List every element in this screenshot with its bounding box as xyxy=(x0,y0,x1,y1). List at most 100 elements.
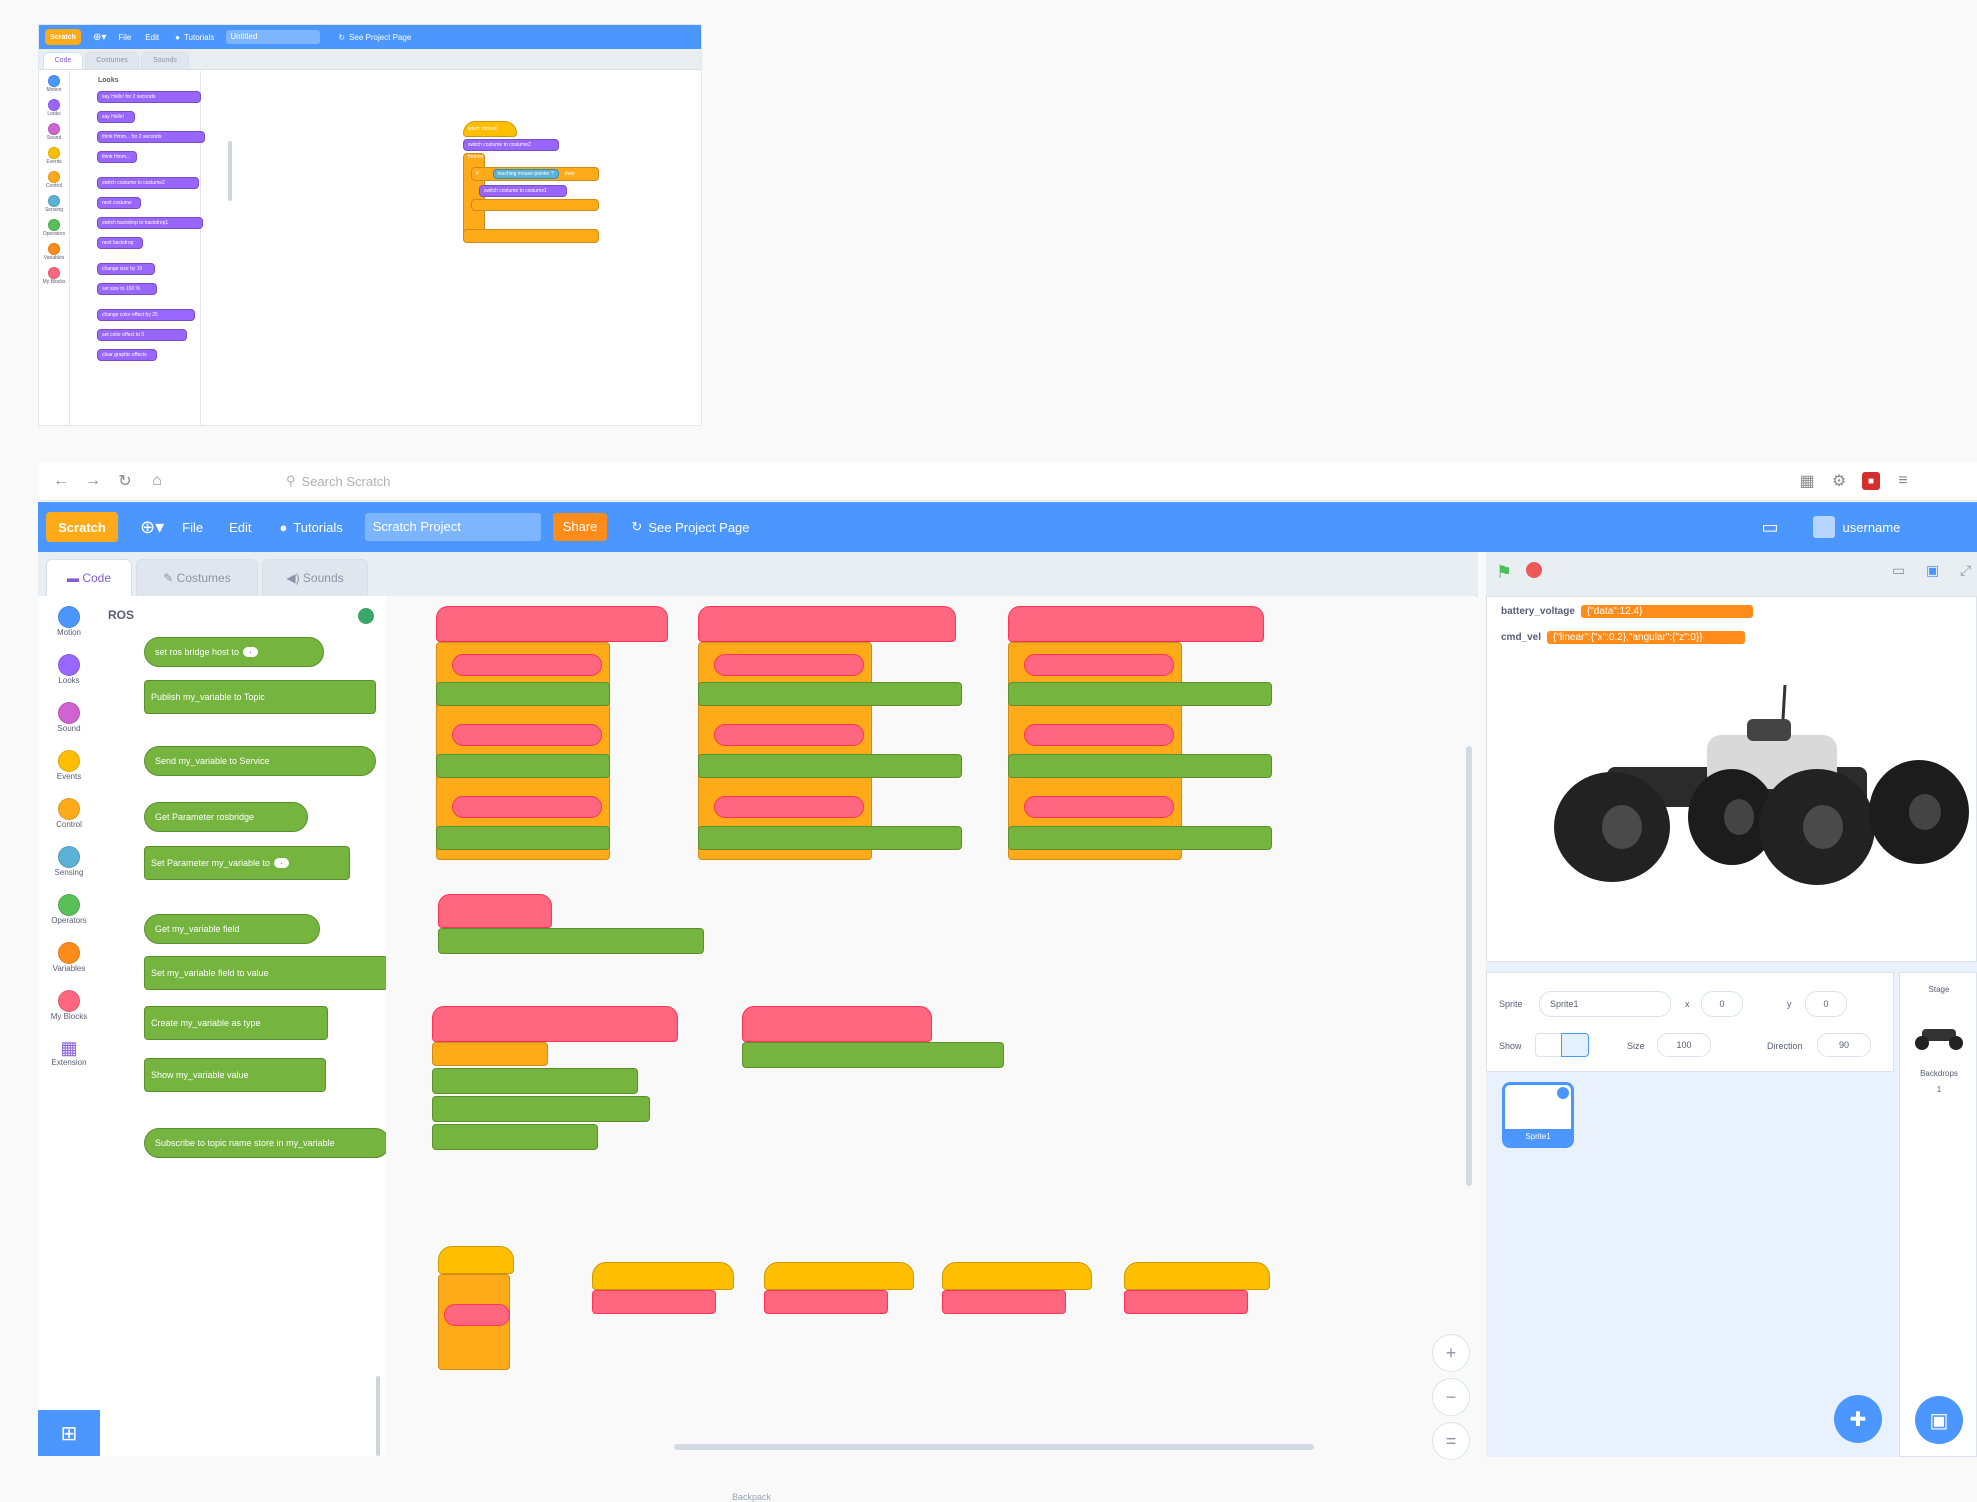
home-icon[interactable]: ⌂ xyxy=(148,472,166,490)
mini-script-switch2[interactable]: switch costume to costume1 xyxy=(479,185,567,197)
file-menu[interactable]: File xyxy=(182,520,203,535)
palette-block-send[interactable]: Send my_variable to Service xyxy=(144,746,376,776)
zoom-reset-button[interactable]: = xyxy=(1432,1422,1470,1460)
y-input[interactable]: 0 xyxy=(1805,991,1847,1017)
mini-cat-operators[interactable]: Operators xyxy=(39,219,69,237)
palette-block-publish[interactable]: Publish my_variable to Topic xyxy=(144,680,376,714)
script-ros-hat-3[interactable] xyxy=(1008,606,1264,642)
mini-block-next-backdrop[interactable]: next backdrop xyxy=(97,237,143,249)
settings-icon[interactable]: ⚙ xyxy=(1830,472,1848,490)
script-ros-hat-2[interactable] xyxy=(698,606,956,642)
direction-input[interactable]: 90 xyxy=(1817,1033,1871,1057)
mini-cat-control[interactable]: Control xyxy=(39,171,69,189)
script-5-row-d[interactable] xyxy=(432,1124,598,1150)
mini-script-switch[interactable]: switch costume to costume2 xyxy=(463,139,559,151)
script-event-2-row[interactable] xyxy=(764,1290,888,1314)
script-2-row-d[interactable] xyxy=(698,754,962,778)
mini-scratch-logo[interactable]: Scratch xyxy=(45,29,81,45)
script-3-row-c[interactable] xyxy=(1024,724,1174,746)
tab-sounds[interactable]: ◀) Sounds xyxy=(262,559,368,596)
zoom-in-button[interactable]: + xyxy=(1432,1334,1470,1372)
mini-globe-icon[interactable]: ⊕▾ xyxy=(93,32,106,43)
mini-script-if-end[interactable] xyxy=(471,199,599,211)
mini-block-clear-effects[interactable]: clear graphic effects xyxy=(97,349,157,361)
mini-block-next-costume[interactable]: next costume xyxy=(97,197,141,209)
script-event-4-row[interactable] xyxy=(1124,1290,1248,1314)
script-event-2[interactable] xyxy=(764,1262,914,1290)
url-bar[interactable]: ⚲ Search Scratch xyxy=(286,468,1726,494)
script-2-row-b[interactable] xyxy=(698,682,962,706)
script-5-row-b[interactable] xyxy=(432,1068,638,1094)
stage-canvas[interactable]: battery_voltage {"data":12.4} cmd_vel {"… xyxy=(1486,596,1977,962)
stop-icon[interactable] xyxy=(1526,562,1542,578)
script-event-4[interactable] xyxy=(1124,1262,1270,1290)
script-2-row-c[interactable] xyxy=(714,724,864,746)
script-bottom-hat[interactable] xyxy=(438,1246,514,1274)
mini-script-hat[interactable]: when clicked xyxy=(463,121,517,137)
palette-block-set-field[interactable]: Set my_variable field to value xyxy=(144,956,388,990)
workspace-vertical-scrollbar[interactable] xyxy=(1466,746,1472,1186)
script-2-row-e[interactable] xyxy=(714,796,864,818)
cat-sound[interactable]: Sound xyxy=(38,702,100,733)
mini-see-project-page[interactable]: See Project Page xyxy=(349,33,411,42)
extension-icon[interactable]: ▦ xyxy=(1798,472,1816,490)
cat-extension[interactable]: ▦ Extension xyxy=(38,1038,100,1067)
stage-selector[interactable]: Stage Backdrops 1 ▣ xyxy=(1899,972,1977,1457)
script-5-row-a[interactable] xyxy=(432,1042,548,1066)
palette-scrollbar[interactable] xyxy=(376,1376,380,1456)
size-input[interactable]: 100 xyxy=(1657,1033,1711,1057)
mini-block-think[interactable]: think Hmm... xyxy=(97,151,137,163)
mini-script-if[interactable]: if touching mouse-pointer ? then xyxy=(471,167,599,181)
mini-project-title-input[interactable]: Untitled xyxy=(226,30,321,44)
tutorials-menu[interactable]: Tutorials xyxy=(293,520,342,535)
show-visible-toggle[interactable] xyxy=(1535,1033,1563,1057)
menu-icon[interactable]: ≡ xyxy=(1894,472,1912,490)
monitor-cmdvel[interactable]: cmd_vel {"linear":{"x":0.2},"angular":{"… xyxy=(1501,631,1746,644)
script-2-row-a[interactable] xyxy=(714,654,864,676)
script-event-1[interactable] xyxy=(592,1262,734,1290)
script-bottom-red[interactable] xyxy=(444,1304,510,1326)
share-button[interactable]: Share xyxy=(552,513,608,541)
mini-block-set-effect[interactable]: set color effect to 0 xyxy=(97,329,187,341)
small-stage-icon[interactable]: ▭ xyxy=(1892,562,1905,579)
mini-block-change-size[interactable]: change size by 10 xyxy=(97,263,155,275)
mini-script-forever-end[interactable] xyxy=(463,229,599,243)
mini-cat-sound[interactable]: Sound xyxy=(39,123,69,141)
script-1-row-d[interactable] xyxy=(436,754,610,778)
mini-tab-costumes[interactable]: Costumes xyxy=(85,52,139,69)
script-5-row-c[interactable] xyxy=(432,1096,650,1122)
mini-tab-sounds[interactable]: Sounds xyxy=(141,52,189,69)
mini-tutorials-menu[interactable]: Tutorials xyxy=(184,33,214,42)
palette-block-get-field[interactable]: Get my_variable field xyxy=(144,914,320,944)
sprite-tile[interactable]: Sprite1 xyxy=(1502,1082,1574,1148)
script-2-row-f[interactable] xyxy=(698,826,962,850)
large-stage-icon[interactable]: ▣ xyxy=(1926,562,1939,579)
adblock-icon[interactable]: ■ xyxy=(1862,472,1880,490)
palette-block-get-param[interactable]: Get Parameter rosbridge xyxy=(144,802,308,832)
mini-script-touching[interactable]: touching mouse-pointer ? xyxy=(492,169,559,179)
reload-icon[interactable]: ↻ xyxy=(116,472,134,490)
mini-edit-menu[interactable]: Edit xyxy=(145,33,159,42)
script-event-1-row[interactable] xyxy=(592,1290,716,1314)
script-event-3-row[interactable] xyxy=(942,1290,1066,1314)
script-ros-hat-4[interactable] xyxy=(438,894,552,928)
x-input[interactable]: 0 xyxy=(1701,991,1743,1017)
cat-motion[interactable]: Motion xyxy=(38,606,100,637)
palette-block-show[interactable]: Show my_variable value xyxy=(144,1058,326,1092)
script-1-row-e[interactable] xyxy=(452,796,602,818)
cat-myblocks[interactable]: My Blocks xyxy=(38,990,100,1021)
cat-operators[interactable]: Operators xyxy=(38,894,100,925)
script-workspace[interactable]: + − = xyxy=(386,596,1476,1460)
tab-code[interactable]: ▬ Code xyxy=(46,559,132,596)
mini-cat-myblocks[interactable]: My Blocks xyxy=(39,267,69,285)
fullscreen-icon[interactable]: ⤢ xyxy=(1960,562,1971,579)
add-extension-button[interactable]: ⊞ xyxy=(38,1410,100,1456)
mini-block-set-size[interactable]: set size to 100 % xyxy=(97,283,157,295)
sprite-name-input[interactable]: Sprite1 xyxy=(1539,991,1671,1017)
palette-block-create[interactable]: Create my_variable as type xyxy=(144,1006,328,1040)
script-1-row-b[interactable] xyxy=(436,682,610,706)
script-1-row-f[interactable] xyxy=(436,826,610,850)
cat-looks[interactable]: Looks xyxy=(38,654,100,685)
mini-block-say[interactable]: say Hello! xyxy=(97,111,135,123)
workspace-horizontal-scrollbar[interactable] xyxy=(674,1444,1314,1450)
